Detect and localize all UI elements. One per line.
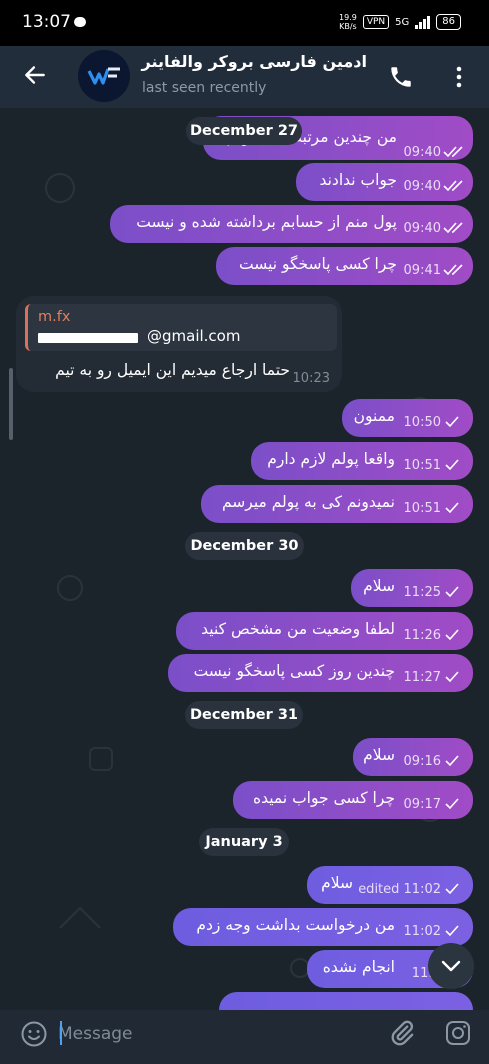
battery-icon: 86 <box>436 14 461 30</box>
message-time: 10:23 <box>292 371 330 386</box>
message-text: پول منم از حسابم برداشته شده و نیست <box>136 213 397 231</box>
message-text: سلام <box>363 746 395 764</box>
incoming-message-bubble[interactable]: m.fx @gmail.com حتما ارجاع میدیم این ایم… <box>16 296 342 392</box>
scroll-to-bottom-button[interactable] <box>428 943 474 989</box>
message-composer <box>0 1010 489 1064</box>
phone-icon[interactable] <box>388 64 414 90</box>
message-text: ممنون <box>353 407 395 425</box>
back-arrow-icon[interactable] <box>22 62 48 88</box>
message-text: سلام <box>321 874 353 892</box>
chat-title[interactable]: ادمین فارسی بروکر والفاینر <box>142 52 367 71</box>
network-speed-unit: KB/s <box>339 22 357 31</box>
reply-sender-name: m.fx <box>38 309 71 325</box>
check-icon <box>445 416 459 428</box>
network-speed: 19.9 KB/s <box>339 13 357 31</box>
check-icon <box>445 798 459 810</box>
camera-icon[interactable] <box>444 1019 472 1047</box>
message-time: 09:17 <box>403 797 441 812</box>
chevron-down-icon <box>441 960 461 972</box>
message-text: جواب ندادند <box>319 171 397 189</box>
message-text: حتما ارجاع میدیم این ایمیل رو به تیم <box>55 361 290 379</box>
message-text: من درخواست بداشت وجه زدم <box>196 916 395 934</box>
status-time: 13:07 <box>22 12 71 32</box>
message-time: 10:50 <box>403 415 441 430</box>
emoji-icon[interactable] <box>20 1020 48 1048</box>
check-icon <box>445 459 459 471</box>
check-icon <box>445 883 459 895</box>
message-time: 11:27 <box>403 670 441 685</box>
more-vertical-icon[interactable] <box>449 64 469 90</box>
message-time: 09:40 <box>403 221 441 236</box>
message-text: چندین روز کسی پاسخگو نیست <box>193 662 395 680</box>
message-text: انجام نشده <box>322 958 395 976</box>
message-notification-icon <box>74 17 86 27</box>
double-check-icon <box>443 180 463 192</box>
network-type: 5G <box>395 16 410 28</box>
date-separator: January 3 <box>199 828 289 856</box>
double-check-icon <box>443 146 463 158</box>
date-separator: December 30 <box>185 532 304 560</box>
message-time: 10:51 <box>403 458 441 473</box>
message-input[interactable] <box>58 1016 368 1052</box>
network-speed-value: 19.9 <box>339 13 357 22</box>
message-bubble[interactable]: پول منم از حسابم برداشته شده و نیست 09:4… <box>110 205 473 243</box>
paperclip-icon[interactable] <box>388 1018 416 1048</box>
broker-logo-icon <box>78 50 130 102</box>
chat-header: ادمین فارسی بروکر والفاینر last seen rec… <box>0 46 489 108</box>
redacted-email-mask <box>38 333 138 343</box>
reply-quote[interactable]: m.fx @gmail.com <box>25 304 337 351</box>
message-bubble[interactable]: چرا کسی جواب نمیده 09:17 <box>233 781 473 819</box>
message-time: edited 11:02 <box>358 882 441 897</box>
message-text: چرا کسی جواب نمیده <box>252 789 395 807</box>
message-text: لطفا وضعیت من مشخص کنید <box>201 620 395 638</box>
text-caret <box>60 1021 62 1045</box>
status-bar: 13:07 19.9 KB/s VPN 5G 86 <box>0 0 489 46</box>
message-time: 11:25 <box>403 585 441 600</box>
check-icon <box>445 671 459 683</box>
date-separator: December 31 <box>185 701 303 729</box>
date-separator: December 27 <box>186 117 302 145</box>
message-bubble[interactable]: سلام edited 11:02 <box>307 866 473 904</box>
scrollbar-thumb[interactable] <box>9 368 13 440</box>
message-time: 11:26 <box>403 628 441 643</box>
message-time: 10:51 <box>403 501 441 516</box>
message-bubble[interactable]: ممنون 10:50 <box>342 399 473 437</box>
message-text: سلام <box>363 577 395 595</box>
check-icon <box>445 925 459 937</box>
check-icon <box>445 502 459 514</box>
status-indicators: 19.9 KB/s VPN 5G 86 <box>339 13 461 31</box>
check-icon <box>445 586 459 598</box>
message-time: 11:02 <box>403 924 441 939</box>
message-bubble[interactable]: واقعا پولم لازم دارم 10:51 <box>251 442 473 480</box>
double-check-icon <box>443 222 463 234</box>
message-bubble[interactable]: نمیدونم کی به پولم میرسم 10:51 <box>201 485 473 523</box>
check-icon <box>445 629 459 641</box>
message-time: 09:16 <box>403 754 441 769</box>
double-check-icon <box>443 264 463 276</box>
message-text: چرا کسی پاسخگو نیست <box>239 255 397 273</box>
signal-icon <box>415 15 431 29</box>
message-text: نمیدونم کی به پولم میرسم <box>221 493 395 511</box>
last-seen-status: last seen recently <box>142 80 267 96</box>
message-bubble[interactable]: لطفا وضعیت من مشخص کنید 11:26 <box>176 612 473 650</box>
message-bubble[interactable]: سلام 11:25 <box>351 569 473 607</box>
message-time: 09:40 <box>403 145 441 160</box>
message-text: واقعا پولم لازم دارم <box>267 450 395 468</box>
vpn-badge: VPN <box>362 15 390 29</box>
reply-email-text: @gmail.com <box>147 327 241 345</box>
message-time: 09:40 <box>403 179 441 194</box>
message-time: 09:41 <box>403 263 441 278</box>
message-bubble[interactable] <box>219 992 473 1010</box>
message-bubble[interactable]: سلام 09:16 <box>353 738 473 776</box>
message-bubble[interactable]: جواب ندادند 09:40 <box>296 163 473 201</box>
chat-messages-area[interactable]: من چندین مرتبه ایمیل زدم 09:40 December … <box>0 108 489 1010</box>
message-bubble[interactable]: چرا کسی پاسخگو نیست 09:41 <box>216 247 473 285</box>
message-bubble[interactable]: من درخواست بداشت وجه زدم 11:02 <box>173 908 473 946</box>
avatar[interactable] <box>78 50 130 102</box>
message-bubble[interactable]: چندین روز کسی پاسخگو نیست 11:27 <box>168 654 473 692</box>
check-icon <box>445 755 459 767</box>
